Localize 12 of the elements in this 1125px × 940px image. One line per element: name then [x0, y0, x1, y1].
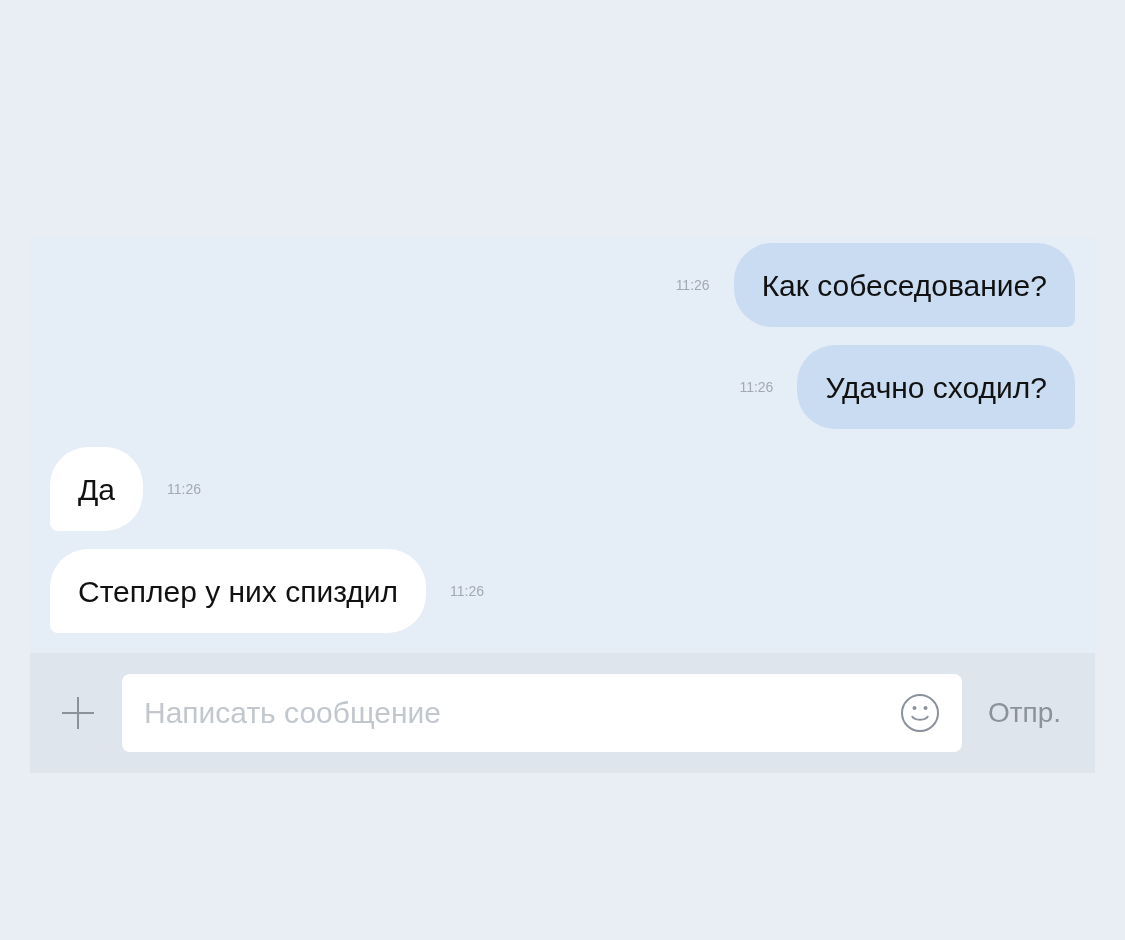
message-bubble: Да: [50, 447, 143, 531]
message-bubble: Степлер у них спиздил: [50, 549, 427, 633]
message-bubble: Удачно сходил?: [797, 345, 1075, 429]
smiley-icon[interactable]: [899, 693, 940, 733]
message-field[interactable]: Написать сообщение: [122, 674, 962, 752]
message-time: 11:26: [167, 479, 201, 499]
message-bubble: Как собеседование?: [733, 243, 1075, 327]
message-time: 11:26: [739, 377, 774, 397]
plus-icon[interactable]: [60, 695, 96, 731]
message-time: 11:26: [450, 581, 485, 601]
message-time: 11:26: [675, 275, 710, 295]
send-button[interactable]: Отпр.: [987, 692, 1065, 734]
